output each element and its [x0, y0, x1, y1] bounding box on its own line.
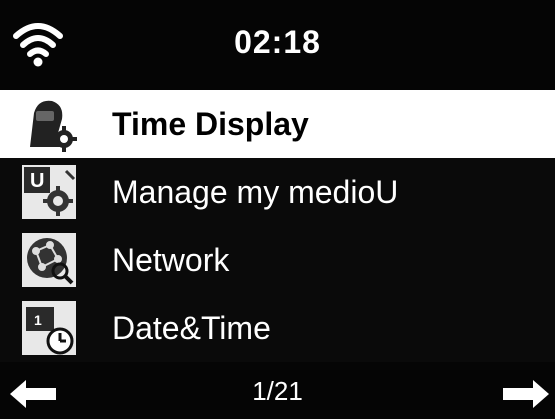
arrow-right-icon[interactable]	[501, 379, 549, 409]
svg-text:1: 1	[34, 312, 42, 328]
menu-item-time-display[interactable]: Time Display	[0, 90, 555, 158]
menu-item-label: Manage my medioU	[112, 173, 399, 210]
time-display-icon	[30, 100, 77, 152]
date-time-icon: 1	[22, 301, 76, 355]
menu-item-label: Network	[112, 241, 230, 278]
settings-menu: Time Display U Manage my medioU Network …	[0, 90, 555, 362]
menu-item-date-time[interactable]: 1 Date&Time	[0, 294, 555, 362]
svg-text:U: U	[30, 170, 44, 192]
device-screen: 02:18 Time Display U Manage my medioU Ne…	[0, 0, 555, 419]
status-bar: 02:18	[0, 0, 555, 90]
footer: 1/21	[0, 362, 555, 419]
menu-item-label: Date&Time	[112, 309, 271, 346]
menu-item-manage-mediou[interactable]: U Manage my medioU	[0, 158, 555, 226]
manage-mediou-icon: U	[22, 165, 76, 219]
menu-item-network[interactable]: Network	[0, 226, 555, 294]
network-icon	[22, 233, 76, 287]
clock-time: 02:18	[234, 24, 321, 60]
menu-item-label: Time Display	[112, 105, 309, 142]
page-indicator: 1/21	[252, 376, 303, 406]
